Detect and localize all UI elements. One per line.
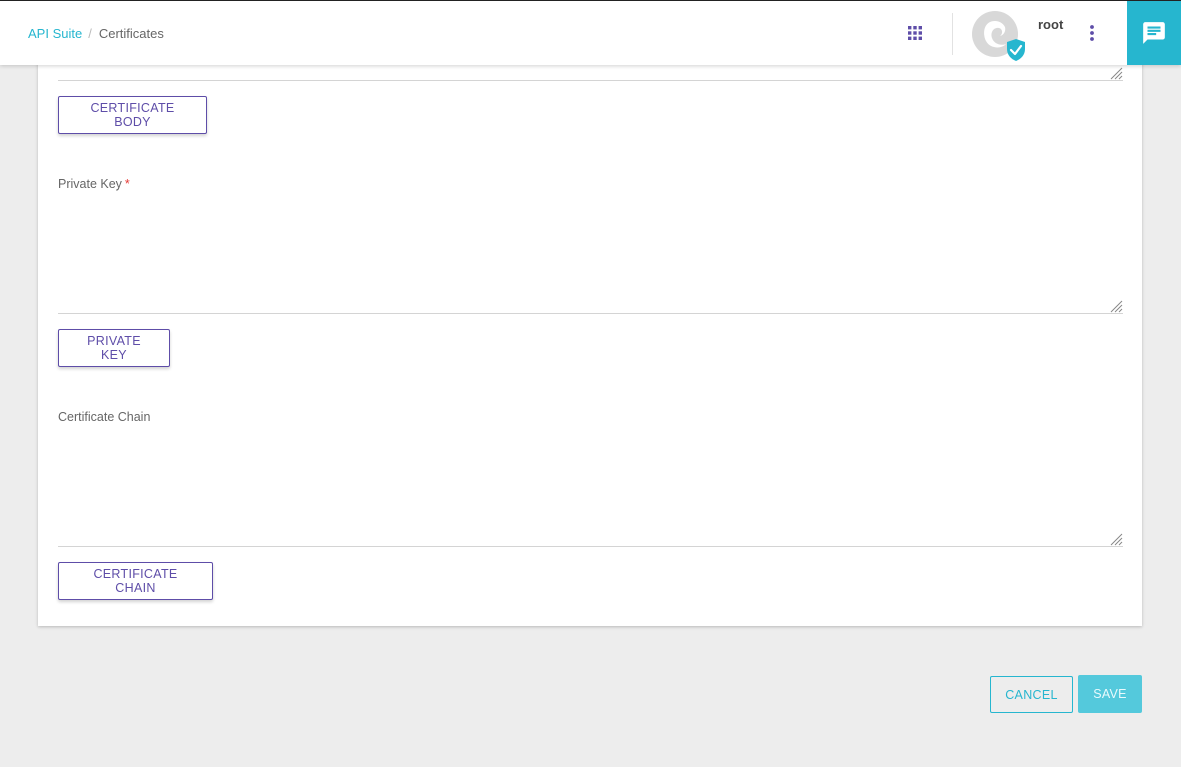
avatar[interactable] [970, 11, 1028, 63]
save-button[interactable]: SAVE [1078, 675, 1142, 713]
breadcrumb-api-suite-link[interactable]: API Suite [28, 26, 82, 41]
chat-icon [1143, 22, 1165, 44]
breadcrumb-separator: / [88, 26, 92, 41]
certificate-chain-upload-button[interactable]: CERTIFICATE CHAIN [58, 562, 213, 600]
certificate-form-card: CERTIFICATE BODY Private Key * PRIVATE KE… [38, 40, 1142, 626]
certificate-chain-textarea[interactable] [58, 431, 1123, 547]
private-key-label-text: Private Key [58, 177, 122, 191]
apps-grid-icon[interactable] [906, 24, 924, 42]
resize-grip-icon[interactable] [1109, 299, 1123, 313]
resize-grip-icon[interactable] [1109, 66, 1123, 80]
certificate-body-upload-button[interactable]: CERTIFICATE BODY [58, 96, 207, 134]
private-key-upload-button[interactable]: PRIVATE KEY [58, 329, 170, 367]
more-vertical-icon[interactable] [1084, 23, 1100, 43]
private-key-label: Private Key * [58, 177, 130, 191]
private-key-textarea[interactable] [58, 198, 1123, 314]
header-divider [952, 13, 953, 55]
resize-grip-icon[interactable] [1109, 532, 1123, 546]
breadcrumb-current-page: Certificates [98, 26, 164, 41]
top-bar: API Suite / Certificates root [0, 0, 1181, 65]
chat-button[interactable] [1127, 1, 1181, 65]
certificate-chain-label: Certificate Chain [58, 410, 151, 424]
cancel-button[interactable]: CANCEL [990, 676, 1073, 713]
required-asterisk: * [124, 177, 130, 191]
username: root [1038, 17, 1064, 32]
breadcrumb: API Suite / Certificates [28, 26, 164, 41]
